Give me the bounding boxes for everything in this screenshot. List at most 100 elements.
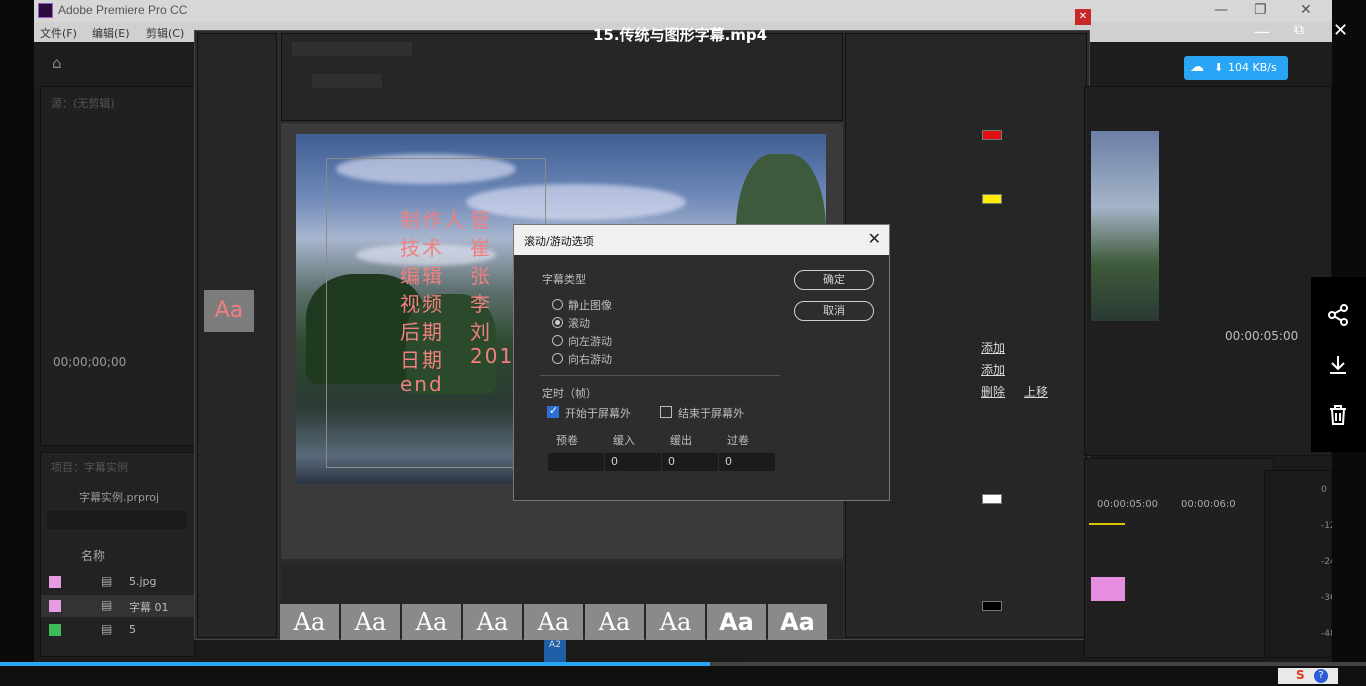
work-area-bar[interactable] — [1089, 523, 1125, 525]
title-style-swatch[interactable]: Aa — [646, 604, 705, 640]
credit-text[interactable]: 技术 — [400, 232, 444, 261]
share-icon[interactable] — [1326, 303, 1350, 327]
dialog-close-icon[interactable]: ✕ — [868, 229, 881, 248]
timing-label: 定时（帧） — [542, 387, 597, 400]
credit-text[interactable]: 崔 — [470, 232, 492, 261]
credit-text[interactable]: 日期 — [400, 344, 444, 373]
meter-label: -36 — [1321, 593, 1332, 603]
project-item[interactable]: ▤ 5 — [41, 619, 194, 641]
start-offscreen-checkbox[interactable] — [547, 404, 559, 418]
menu-clip[interactable]: 剪辑(C) — [146, 25, 184, 41]
file-icon: ▤ — [101, 574, 113, 588]
project-item[interactable]: ▤ 字幕 01 — [41, 595, 194, 617]
title-style-swatch[interactable]: Aa — [768, 604, 827, 640]
meter-label: -48 — [1321, 629, 1332, 639]
add-outer-stroke-link[interactable]: 添加 — [981, 361, 1005, 378]
ok-button[interactable]: 确定 — [794, 270, 874, 290]
credit-text[interactable]: 张 — [470, 260, 492, 289]
title-style-swatch[interactable]: Aa — [463, 604, 522, 640]
title-style-swatch[interactable]: Aa — [585, 604, 644, 640]
meter-label: 0 — [1321, 485, 1327, 495]
credit-text[interactable]: 刘 — [470, 316, 492, 345]
track-a2[interactable]: A2 — [544, 640, 566, 662]
move-up-link[interactable]: 上移 — [1024, 383, 1048, 400]
program-timecode: 00:00:05:00 — [1225, 329, 1299, 343]
premiere-close-icon[interactable]: ✕ — [1300, 2, 1312, 18]
font-style-select[interactable] — [312, 74, 382, 88]
ime-toolbar[interactable]: S ? — [1278, 668, 1338, 684]
premiere-maximize-icon[interactable]: ❐ — [1254, 2, 1267, 18]
project-column-name[interactable]: 名称 — [81, 547, 105, 564]
title-style-swatch[interactable]: Aa — [280, 604, 339, 640]
title-toolbar — [281, 33, 843, 121]
credit-text[interactable]: 后期 — [400, 316, 444, 345]
premiere-minimize-icon[interactable]: — — [1214, 2, 1228, 18]
player-side-toolbar — [1311, 277, 1366, 452]
credit-text[interactable]: 编辑 — [400, 260, 444, 289]
player-maximize-icon[interactable]: ⧉ — [1294, 22, 1304, 38]
timing-field-label: 预卷 — [556, 434, 578, 447]
home-icon[interactable]: ⌂ — [52, 56, 68, 71]
video-title: 15.传统与图形字幕.mp4 — [593, 26, 768, 44]
font-family-select[interactable] — [292, 42, 412, 56]
download-speed-badge[interactable]: ☁ ⬇ 104 KB/s — [1184, 56, 1288, 80]
credit-text[interactable]: 李 — [470, 288, 492, 317]
dialog-header: 滚动/游动选项 ✕ — [514, 225, 889, 255]
credit-text[interactable]: 管 — [470, 204, 492, 233]
stroke-color-swatch[interactable] — [982, 494, 1002, 504]
project-item[interactable]: ▤ 5.jpg — [41, 571, 194, 593]
sogou-ime-icon[interactable]: S — [1296, 668, 1305, 682]
title-type-option-label[interactable]: 向右游动 — [568, 351, 612, 367]
project-item-name: 字幕 01 — [129, 601, 169, 614]
help-icon[interactable]: ? — [1314, 669, 1328, 683]
title-type-option-label[interactable]: 滚动 — [568, 315, 590, 331]
timing-field-label: 缓出 — [670, 434, 692, 447]
credit-text[interactable]: 视频 — [400, 288, 444, 317]
title-type-radio[interactable] — [552, 353, 563, 364]
project-tab[interactable]: 项目：字幕实例 — [51, 459, 128, 475]
title-type-radio[interactable] — [552, 335, 563, 346]
timing-field-input[interactable]: 0 — [662, 453, 718, 471]
title-type-option-label[interactable]: 向左游动 — [568, 333, 612, 349]
title-clip[interactable] — [1091, 577, 1125, 601]
add-inner-stroke-link[interactable]: 添加 — [981, 339, 1005, 356]
timing-field-input[interactable] — [548, 453, 604, 471]
current-style-preview[interactable]: Aa — [204, 290, 254, 332]
player-close-icon[interactable]: ✕ — [1333, 20, 1348, 41]
project-search-input[interactable] — [47, 511, 187, 529]
delete-stroke-link[interactable]: 删除 — [981, 383, 1005, 400]
credit-text[interactable]: 制作人 — [400, 204, 466, 233]
designer-close-icon[interactable]: ✕ — [1075, 9, 1091, 25]
title-type-option-label[interactable]: 静止图像 — [568, 297, 612, 313]
credit-text[interactable]: end — [400, 372, 444, 396]
source-tab[interactable]: 源：(无剪辑) — [51, 95, 115, 111]
menu-file[interactable]: 文件(F) — [40, 25, 77, 41]
timing-field-input[interactable]: 0 — [719, 453, 775, 471]
meter-label: -12 — [1321, 521, 1332, 531]
program-preview-image — [1091, 131, 1159, 321]
source-timecode: 00;00;00;00 — [53, 355, 127, 369]
delete-icon[interactable] — [1326, 403, 1350, 427]
title-style-swatch[interactable]: Aa — [707, 604, 766, 640]
menu-edit[interactable]: 编辑(E) — [92, 25, 130, 41]
shadow-color-swatch[interactable] — [982, 601, 1002, 611]
download-arrow-icon: ⬇ — [1214, 61, 1224, 74]
title-style-swatch[interactable]: Aa — [341, 604, 400, 640]
title-type-radio[interactable] — [552, 317, 563, 328]
label-color-swatch — [49, 624, 61, 636]
label-color-swatch — [49, 576, 61, 588]
title-type-radio[interactable] — [552, 299, 563, 310]
shine-color-swatch[interactable] — [982, 194, 1002, 204]
video-frame[interactable]: Adobe Premiere Pro CC — ❐ ✕ 文件(F) 编辑(E) … — [34, 0, 1332, 662]
download-icon[interactable] — [1326, 353, 1350, 377]
title-style-swatch[interactable]: Aa — [402, 604, 461, 640]
cancel-button[interactable]: 取消 — [794, 301, 874, 321]
end-offscreen-checkbox[interactable] — [660, 406, 672, 418]
timing-field-input[interactable]: 0 — [605, 453, 661, 471]
title-style-swatch[interactable]: Aa — [524, 604, 583, 640]
project-item-name: 5.jpg — [129, 575, 157, 588]
player-minimize-icon[interactable]: — — [1254, 22, 1270, 41]
track-headers: A2 — [524, 640, 744, 662]
fill-color-swatch[interactable] — [982, 130, 1002, 140]
title-type-label: 字幕类型 — [542, 273, 586, 286]
